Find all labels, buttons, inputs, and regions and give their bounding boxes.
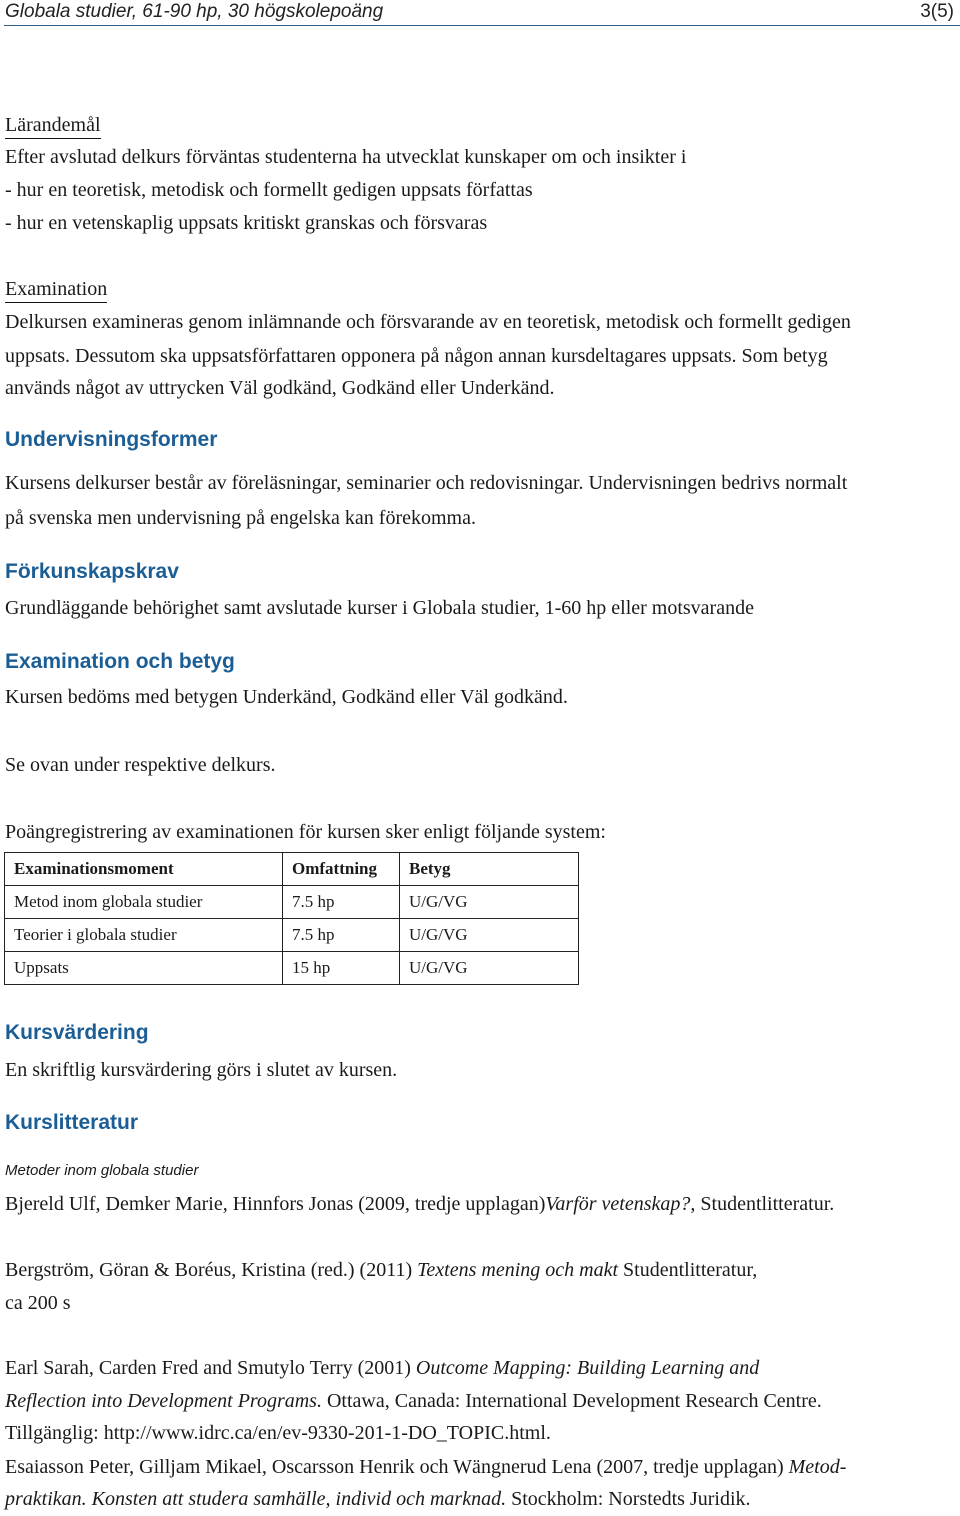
table-header-row: Examinationsmoment Omfattning Betyg bbox=[4, 852, 579, 886]
reference-title: Reflection into Development Programs. bbox=[5, 1390, 322, 1412]
section-heading-examination: Examination bbox=[5, 277, 108, 303]
forkunskapskrav-text: Grundläggande behörighet samt avslutade … bbox=[5, 597, 754, 619]
reference-item: Esaiasson Peter, Gilljam Mikael, Oscarss… bbox=[5, 1451, 846, 1484]
grading-table: Examinationsmoment Omfattning Betyg Meto… bbox=[4, 852, 579, 985]
kurslitteratur-subheading: Metoder inom globala studier bbox=[5, 1162, 199, 1179]
reference-publisher: , Studentlitteratur. bbox=[690, 1193, 835, 1215]
section-heading-larandemal: Lärandemål bbox=[5, 113, 101, 139]
table-cell: U/G/VG bbox=[399, 918, 579, 952]
reference-publisher: Studentlitteratur, bbox=[618, 1259, 758, 1281]
table-row: Metod inom globala studier 7.5 hp U/G/VG bbox=[4, 885, 579, 919]
larandemal-item: - hur en teoretisk, metodisk och formell… bbox=[5, 179, 533, 201]
header-divider bbox=[4, 25, 960, 26]
reference-title: Textens mening och makt bbox=[417, 1259, 619, 1281]
examination-text-line: Delkursen examineras genom inlämnande oc… bbox=[5, 311, 851, 333]
section-heading-kursvardering: Kursvärdering bbox=[5, 1021, 149, 1044]
examination-betyg-text: Kursen bedöms med betygen Underkänd, God… bbox=[5, 686, 568, 708]
section-heading-kurslitteratur: Kurslitteratur bbox=[5, 1111, 139, 1134]
section-heading-undervisningsformer: Undervisningsformer bbox=[5, 428, 218, 451]
grading-table-intro: Poängregistrering av examinationen för k… bbox=[5, 821, 606, 843]
examination-text-line: uppsats. Dessutom ska uppsatsförfattaren… bbox=[5, 345, 828, 367]
reference-item: Earl Sarah, Carden Fred and Smutylo Terr… bbox=[5, 1352, 759, 1385]
table-cell: Uppsats bbox=[4, 951, 283, 985]
examination-betyg-note: Se ovan under respektive delkurs. bbox=[5, 754, 276, 776]
reference-authors: Bergström, Göran & Boréus, Kristina (red… bbox=[5, 1259, 418, 1281]
examination-text-line: används något av uttrycken Väl godkänd, … bbox=[5, 377, 555, 399]
reference-publisher: Ottawa, Canada: International Developmen… bbox=[321, 1390, 822, 1412]
larandemal-intro: Efter avslutad delkurs förväntas student… bbox=[5, 146, 687, 168]
undervisningsformer-text-line: på svenska men undervisning på engelska … bbox=[5, 507, 476, 529]
reference-item: Bergström, Göran & Boréus, Kristina (red… bbox=[5, 1254, 757, 1287]
reference-authors: Earl Sarah, Carden Fred and Smutylo Terr… bbox=[5, 1357, 416, 1379]
reference-item: Bjereld Ulf, Demker Marie, Hinnfors Jona… bbox=[5, 1188, 834, 1221]
reference-item-continued: Reflection into Development Programs. Ot… bbox=[5, 1385, 822, 1418]
table-row: Teorier i globala studier 7.5 hp U/G/VG bbox=[4, 918, 579, 952]
section-heading-examination-betyg: Examination och betyg bbox=[5, 650, 235, 673]
table-row: Uppsats 15 hp U/G/VG bbox=[4, 951, 579, 985]
table-cell: Metod inom globala studier bbox=[4, 885, 283, 919]
reference-title: Metod- bbox=[788, 1456, 847, 1478]
table-cell: 15 hp bbox=[282, 951, 400, 985]
table-header-cell: Examinationsmoment bbox=[4, 852, 283, 886]
undervisningsformer-text-line: Kursens delkurser består av föreläsninga… bbox=[5, 472, 848, 494]
table-header-cell: Betyg bbox=[399, 852, 579, 886]
reference-publisher: Stockholm: Norstedts Juridik. bbox=[506, 1488, 751, 1510]
reference-title: Varför vetenskap? bbox=[545, 1193, 691, 1215]
reference-availability: Tillgänglig: http://www.idrc.ca/en/ev-93… bbox=[5, 1422, 551, 1444]
table-cell: 7.5 hp bbox=[282, 885, 400, 919]
table-cell: 7.5 hp bbox=[282, 918, 400, 952]
larandemal-item: - hur en vetenskaplig uppsats kritiskt g… bbox=[5, 212, 488, 234]
table-cell: Teorier i globala studier bbox=[4, 918, 283, 952]
table-header-cell: Omfattning bbox=[282, 852, 400, 886]
document-header-title: Globala studier, 61-90 hp, 30 högskolepo… bbox=[5, 1, 384, 22]
table-cell: U/G/VG bbox=[399, 951, 579, 985]
section-heading-forkunskapskrav: Förkunskapskrav bbox=[5, 560, 179, 583]
reference-authors: Esaiasson Peter, Gilljam Mikael, Oscarss… bbox=[5, 1456, 789, 1478]
reference-item-continued: praktikan. Konsten att studera samhälle,… bbox=[5, 1483, 751, 1516]
page-number: 3(5) bbox=[920, 1, 954, 22]
reference-pages: ca 200 s bbox=[5, 1292, 71, 1314]
reference-authors: Bjereld Ulf, Demker Marie, Hinnfors Jona… bbox=[5, 1193, 546, 1215]
table-cell: U/G/VG bbox=[399, 885, 579, 919]
reference-title: Outcome Mapping: Building Learning and bbox=[415, 1357, 760, 1379]
kursvardering-text: En skriftlig kursvärdering görs i slutet… bbox=[5, 1059, 398, 1081]
reference-title: praktikan. Konsten att studera samhälle,… bbox=[5, 1488, 507, 1510]
